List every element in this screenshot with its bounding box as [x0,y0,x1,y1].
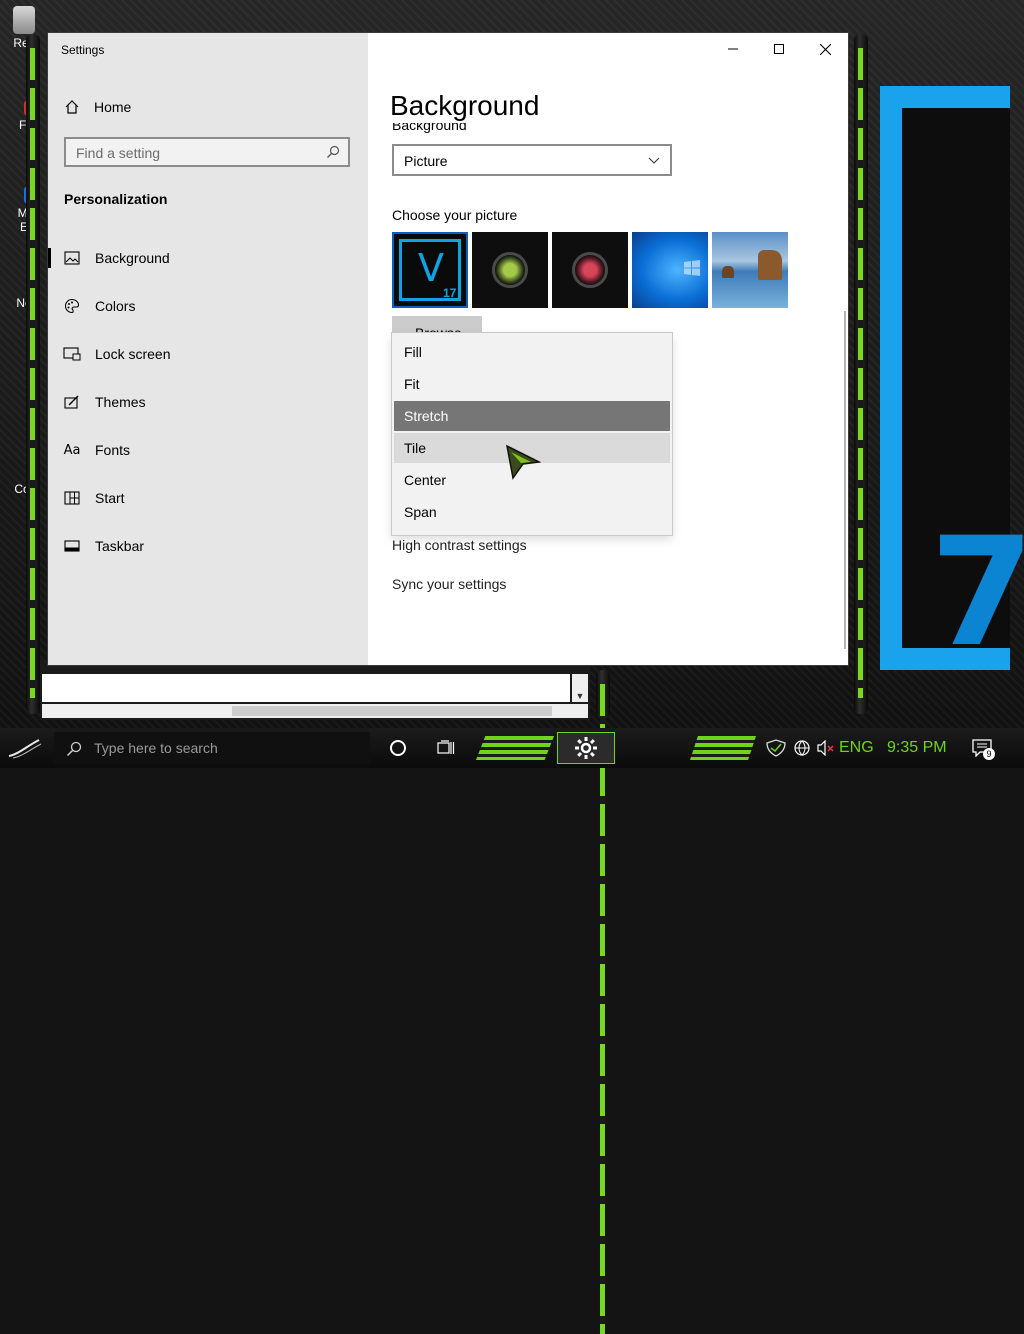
find-setting-input[interactable] [76,144,316,162]
home-label: Home [94,99,132,115]
windows-logo [684,260,700,276]
horizontal-scrollbar[interactable] [42,704,588,718]
red-orb [572,252,608,288]
green-orb-thumb[interactable] [472,232,548,308]
palette-icon [63,297,81,315]
sidebar-item-label: Taskbar [95,538,145,554]
sidebar-item-start[interactable]: Start [48,478,368,518]
page-title: Background [390,90,540,121]
scrollbar-thumb[interactable] [232,706,552,716]
taskbar-decoration-right [690,736,756,760]
start-button[interactable] [0,728,50,768]
chevron-down-icon [648,157,660,164]
sidebar-item-lock-screen[interactable]: Lock screen [48,334,368,374]
network-tray-button[interactable] [790,736,814,760]
sidebar-item-background[interactable]: Background [48,238,368,278]
background-label: Background [392,123,467,133]
background-type-value: Picture [404,153,448,169]
sidebar-item-themes[interactable]: Themes [48,382,368,422]
taskbar: ENG 9:35 PM [0,728,1024,768]
decorative-green-bar-bottom [596,670,610,1334]
language-indicator[interactable]: ENG [839,739,874,757]
content-scrollbar[interactable] [844,311,846,649]
vegas-letter: V [418,246,444,290]
fit-dropdown-menu: Fill Fit Stretch Tile Center Span [392,333,672,535]
lock-screen-icon [63,345,81,363]
background-window-content [42,674,570,702]
taskbar-icon [63,537,81,555]
maximize-button[interactable] [756,33,802,65]
settings-content: Background Background Picture Choose you… [368,33,848,665]
gear-icon [575,737,597,759]
sidebar-item-label: Start [95,490,125,506]
volume-muted-icon [817,740,834,756]
settings-taskbar-button[interactable] [557,732,615,764]
sidebar-item-label: Background [95,250,170,266]
maximize-icon [774,44,784,54]
fit-option-fill[interactable]: Fill [394,337,670,367]
green-orb [492,252,528,288]
vegas-17-thumb[interactable]: V 17 [392,232,468,308]
volume-tray-button[interactable] [814,736,838,760]
shield-tray-button[interactable] [764,736,788,760]
sidebar-item-fonts[interactable]: Aa Fonts [48,430,368,470]
high-contrast-link[interactable]: High contrast settings [392,537,527,553]
taskbar-search-input[interactable] [94,739,354,757]
task-view-icon [437,740,455,754]
sidebar-item-colors[interactable]: Colors [48,286,368,326]
background-window: ▼ [40,660,590,720]
home-icon [65,100,79,114]
windows-blue-thumb[interactable] [632,232,708,308]
red-orb-thumb[interactable] [552,232,628,308]
minimize-icon [728,48,738,50]
mouse-cursor-icon [505,444,541,480]
taskbar-decoration-left [476,736,554,760]
fit-option-stretch[interactable]: Stretch [394,401,670,431]
fit-option-span[interactable]: Span [394,497,670,527]
sidebar-item-label: Colors [95,298,136,314]
sidebar-item-label: Themes [95,394,146,410]
cortana-icon [390,740,406,756]
decorative-green-bar-right [854,34,868,714]
small-rock [722,266,734,278]
home-link[interactable]: Home [64,95,131,119]
fit-option-fit[interactable]: Fit [394,369,670,399]
globe-icon [794,740,810,756]
clock[interactable]: 9:35 PM [887,739,947,757]
recycle-bin-icon [13,6,35,34]
sync-settings-link[interactable]: Sync your settings [392,576,506,592]
section-title: Personalization [64,191,168,207]
vertical-scrollbar[interactable]: ▼ [572,674,588,702]
sidebar-item-taskbar[interactable]: Taskbar [48,526,368,566]
beach-thumb[interactable] [712,232,788,308]
vegas-number: 17 [443,286,457,300]
taskbar-search-box[interactable] [54,732,370,764]
fonts-icon: Aa [63,442,81,458]
shield-icon [766,739,786,757]
settings-window: Settings Home Personalization Background… [48,33,848,665]
decorative-green-bar-left [26,34,40,714]
picture-icon [63,249,81,267]
task-view-button[interactable] [434,736,458,760]
rock-formation [758,250,782,280]
start-logo-icon [8,739,42,759]
sidebar-item-label: Fonts [95,442,131,458]
window-title: Settings [61,43,105,57]
start-icon [63,489,81,507]
search-icon[interactable] [326,145,340,159]
settings-sidebar: Settings Home Personalization Background… [48,33,368,665]
notification-count-badge: 9 [983,748,995,760]
wallpaper-seven: 7 [930,506,1024,680]
choose-picture-label: Choose your picture [392,207,518,223]
search-icon [66,741,82,757]
close-button[interactable] [802,33,848,65]
close-icon [819,43,831,55]
cortana-button[interactable] [386,736,410,760]
themes-icon [63,393,81,411]
minimize-button[interactable] [710,33,756,65]
background-type-select[interactable]: Picture [392,144,672,176]
sidebar-item-label: Lock screen [95,346,171,362]
find-setting-box[interactable] [64,137,350,167]
